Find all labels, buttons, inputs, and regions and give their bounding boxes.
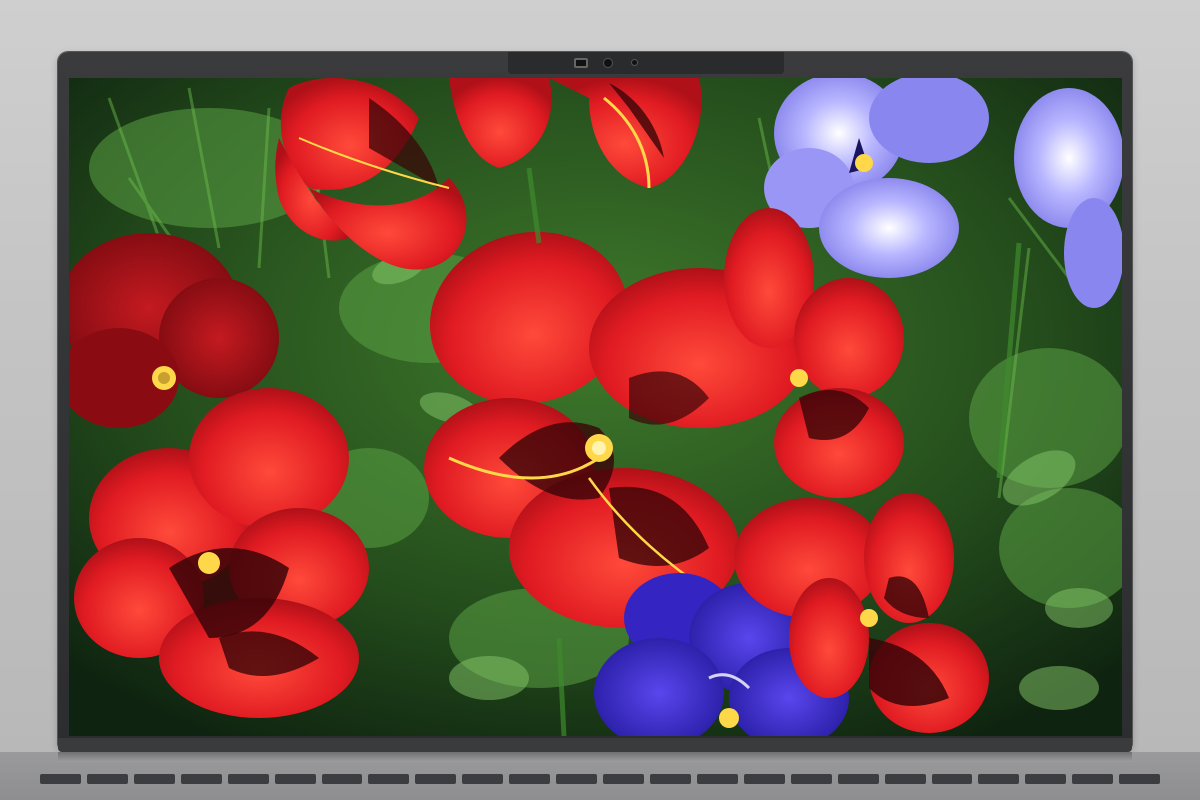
keyboard-row (40, 774, 1161, 786)
laptop-photo (0, 0, 1200, 800)
keyboard-key (321, 774, 363, 784)
webcam-bar (508, 52, 784, 74)
keyboard-key (86, 774, 128, 784)
keyboard-key (743, 774, 785, 784)
keyboard-key (368, 774, 410, 784)
keyboard-key (1119, 774, 1161, 784)
keyboard-key (603, 774, 644, 784)
laptop-hinge (58, 752, 1132, 762)
keyboard-key (274, 774, 316, 784)
keyboard-key (180, 774, 222, 784)
keyboard-key (462, 774, 504, 784)
keyboard-key (790, 774, 832, 784)
keyboard-key (931, 774, 973, 784)
keyboard-key (1025, 774, 1067, 784)
keyboard-key (415, 774, 457, 784)
keyboard-key (227, 774, 269, 784)
laptop-lid (58, 52, 1132, 748)
keyboard-key (978, 774, 1020, 784)
display-screen (69, 78, 1122, 736)
webcam-shutter-icon (574, 58, 588, 68)
keyboard-key (1072, 774, 1114, 784)
keyboard-key (884, 774, 926, 784)
keyboard-key (133, 774, 175, 784)
bottom-bezel (58, 738, 1132, 752)
flower-wallpaper-image (69, 78, 1122, 736)
keyboard-key (696, 774, 738, 784)
webcam-lens-icon (604, 59, 612, 67)
keyboard-key (649, 774, 691, 784)
webcam-sensor-icon (632, 60, 637, 65)
keyboard-key (509, 774, 551, 784)
keyboard-key (837, 774, 879, 784)
keyboard-key (40, 774, 81, 784)
keyboard-key (556, 774, 598, 784)
